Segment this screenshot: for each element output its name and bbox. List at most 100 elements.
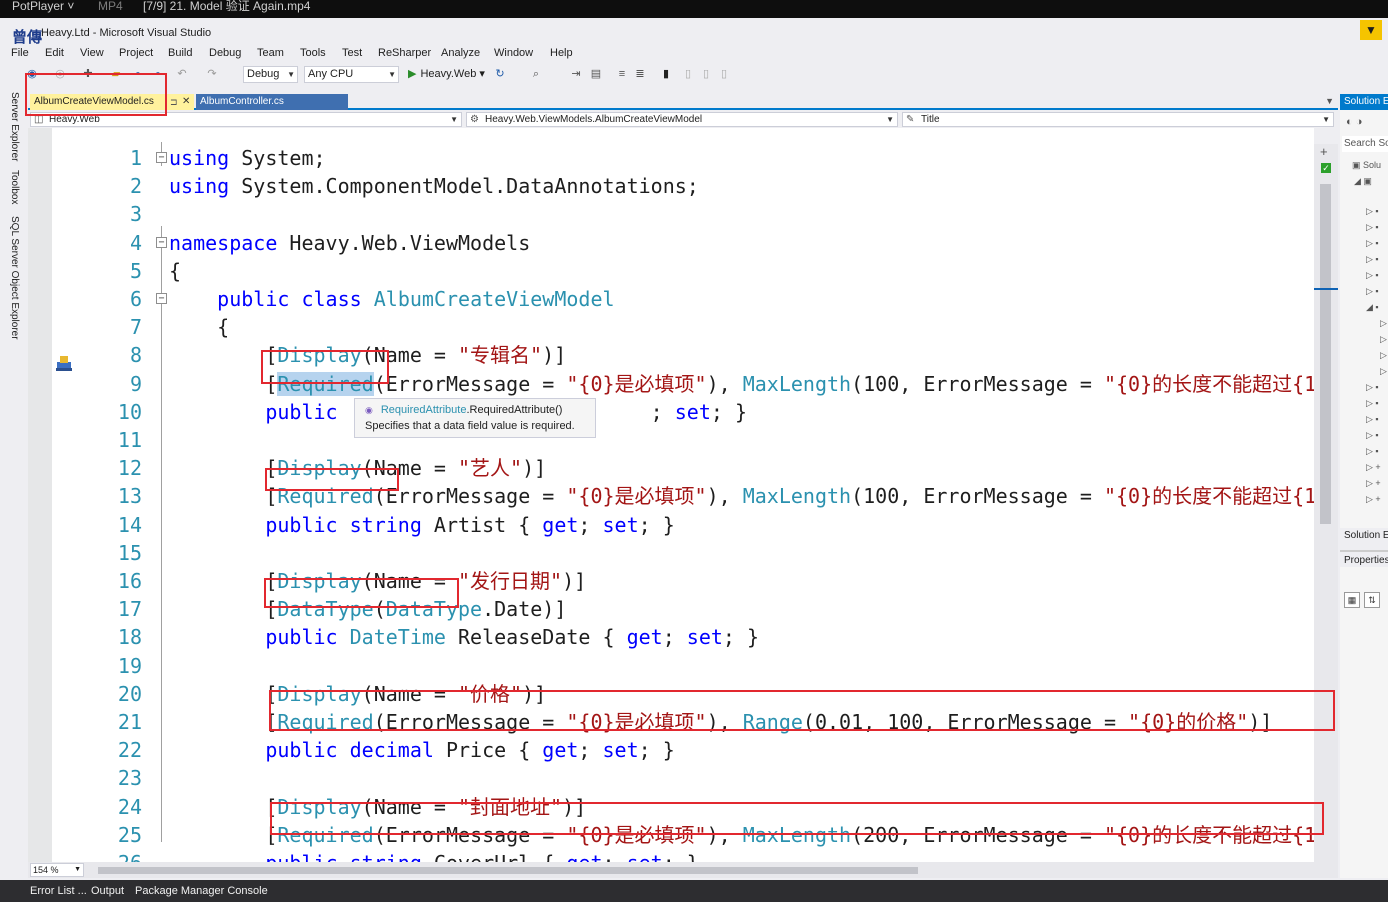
code-editor[interactable]: 1− using System; 2 using System.ComponentMo…: [28, 128, 1314, 862]
solution-explorer-tab[interactable]: Solution Explorer: [1340, 528, 1388, 544]
menu-tools[interactable]: Tools: [300, 46, 326, 60]
next-bookmark-icon[interactable]: ▯: [700, 68, 712, 80]
new-project-icon[interactable]: ✚: [82, 68, 94, 80]
code-line[interactable]: 21 [Required(ErrorMessage = "{0}是必填项"), …: [28, 708, 1314, 736]
start-debugging-button[interactable]: ▶ Heavy.Web ▾: [408, 67, 485, 82]
tab-album-controller[interactable]: AlbumController.cs: [196, 94, 348, 110]
zoom-select[interactable]: 154 % ▼: [30, 863, 84, 877]
open-file-icon[interactable]: ▰: [110, 68, 122, 80]
menu-view[interactable]: View: [80, 46, 104, 60]
bookmark-icon[interactable]: ▮: [660, 68, 672, 80]
layout-icon[interactable]: ▤: [590, 68, 602, 80]
tree-node[interactable]: ▷ ▪: [1366, 414, 1379, 425]
step-icon[interactable]: ⇥: [570, 68, 582, 80]
code-line[interactable]: 6 − public class AlbumCreateViewModel: [28, 285, 1314, 313]
code-line[interactable]: 16 [Display(Name = "发行日期")]: [28, 567, 1314, 595]
sync-icon[interactable]: ◐ ◑: [1346, 116, 1362, 128]
code-line[interactable]: 3: [28, 200, 1314, 228]
solution-search-input[interactable]: Search Solution Explorer: [1342, 136, 1388, 152]
tree-node[interactable]: ▷ ▪: [1366, 222, 1379, 233]
code-line[interactable]: 13 [Required(ErrorMessage = "{0}是必填项"), …: [28, 482, 1314, 510]
comment-icon[interactable]: ≡: [616, 68, 628, 80]
tab-album-create-view-model[interactable]: AlbumCreateViewModel.cs ⊐ ✕: [30, 94, 194, 110]
member-dropdown[interactable]: ✎ Title ▼: [902, 112, 1334, 127]
alphabetical-icon[interactable]: ⇅: [1364, 592, 1380, 608]
uncomment-icon[interactable]: ≣: [634, 68, 646, 80]
pin-icon[interactable]: ⊐: [170, 94, 178, 110]
project-node[interactable]: ◢ ▣: [1354, 176, 1372, 187]
vertical-scrollbar[interactable]: + ✓ ▼: [1314, 144, 1338, 878]
clear-bookmarks-icon[interactable]: ▯: [718, 68, 730, 80]
collapse-icon[interactable]: −: [156, 293, 167, 304]
code-line[interactable]: 7 {: [28, 313, 1314, 341]
code-line[interactable]: 1 − using System;: [28, 144, 1314, 172]
code-line[interactable]: 24 [Display(Name = "封面地址")]: [28, 793, 1314, 821]
tree-node[interactable]: ▷ ▪: [1366, 446, 1379, 457]
code-line[interactable]: 20 [Display(Name = "价格")]: [28, 680, 1314, 708]
menu-help[interactable]: Help: [550, 46, 573, 60]
code-line[interactable]: 17 [DataType(DataType.Date)]: [28, 595, 1314, 623]
close-icon[interactable]: ✕: [182, 94, 190, 110]
forward-icon[interactable]: ◎: [54, 68, 66, 80]
tree-node[interactable]: ▷ ▪: [1366, 270, 1379, 281]
menu-file[interactable]: File: [11, 46, 29, 60]
tree-node[interactable]: ▷ ▪: [1366, 238, 1379, 249]
menu-window[interactable]: Window: [494, 46, 533, 60]
split-icon[interactable]: +: [1320, 145, 1332, 158]
tree-node[interactable]: ▷ ▪: [1366, 382, 1379, 393]
tree-node[interactable]: ▷: [1380, 334, 1387, 345]
find-icon[interactable]: ⌕: [530, 68, 542, 80]
funnel-icon[interactable]: ▼: [1360, 20, 1382, 40]
menu-debug[interactable]: Debug: [209, 46, 241, 60]
type-dropdown[interactable]: ⚙ Heavy.Web.ViewModels.AlbumCreateViewMo…: [466, 112, 898, 127]
tree-node[interactable]: ▷ +: [1366, 494, 1381, 505]
undo-icon[interactable]: ↶: [176, 68, 188, 80]
collapse-icon[interactable]: −: [156, 152, 167, 163]
solution-node[interactable]: ▣ Solu: [1352, 160, 1381, 171]
sql-server-object-explorer-tab[interactable]: SQL Server Object Explorer: [9, 216, 20, 340]
tree-node[interactable]: ◢ ▪: [1366, 302, 1379, 313]
tree-node[interactable]: ▷: [1380, 350, 1387, 361]
code-line[interactable]: 4 − namespace Heavy.Web.ViewModels: [28, 229, 1314, 257]
code-line[interactable]: 14 public string Artist { get; set; }: [28, 511, 1314, 539]
menu-project[interactable]: Project: [119, 46, 153, 60]
tree-node[interactable]: ▷ ▪: [1366, 206, 1379, 217]
menu-team[interactable]: Team: [257, 46, 284, 60]
code-line[interactable]: 8 [Display(Name = "专辑名")]: [28, 341, 1314, 369]
platform-select[interactable]: Any CPU ▼: [304, 66, 399, 83]
tree-node[interactable]: ▷ ▪: [1366, 254, 1379, 265]
categorized-icon[interactable]: ▦: [1344, 592, 1360, 608]
player-menu[interactable]: PotPlayer ˅: [12, 0, 74, 12]
code-line[interactable]: 10 public ; set; }: [28, 398, 1314, 426]
tree-node[interactable]: ▷ ▪: [1366, 286, 1379, 297]
tree-node[interactable]: ▷: [1380, 366, 1387, 377]
code-line[interactable]: 23: [28, 764, 1314, 792]
menu-build[interactable]: Build: [168, 46, 192, 60]
tree-node[interactable]: ▷: [1380, 318, 1387, 329]
code-line[interactable]: 12 [Display(Name = "艺人")]: [28, 454, 1314, 482]
code-line[interactable]: 2 using System.ComponentModel.DataAnnotat…: [28, 172, 1314, 200]
tab-overflow-icon[interactable]: ▼: [1325, 96, 1334, 106]
menu-test[interactable]: Test: [342, 46, 362, 60]
menu-resharper[interactable]: ReSharper: [378, 46, 431, 60]
tab-error-list[interactable]: Error List ...: [30, 885, 87, 897]
redo-icon[interactable]: ↷: [206, 68, 218, 80]
tab-package-manager-console[interactable]: Package Manager Console: [135, 885, 268, 897]
code-line[interactable]: 15: [28, 539, 1314, 567]
prev-bookmark-icon[interactable]: ▯: [682, 68, 694, 80]
code-line[interactable]: 11: [28, 426, 1314, 454]
back-icon[interactable]: ◉: [26, 68, 38, 80]
server-explorer-tab[interactable]: Server Explorer: [9, 92, 20, 161]
code-line[interactable]: 9 [Required(ErrorMessage = "{0}是必填项"), M…: [28, 370, 1314, 398]
toolbox-tab[interactable]: Toolbox: [9, 170, 20, 204]
collapse-icon[interactable]: −: [156, 236, 167, 248]
save-all-icon[interactable]: ▪: [152, 68, 164, 80]
tree-node[interactable]: ▷ +: [1366, 462, 1381, 473]
menu-analyze[interactable]: Analyze: [441, 46, 480, 60]
tree-node[interactable]: ▷ ▪: [1366, 398, 1379, 409]
code-line[interactable]: 5{: [28, 257, 1314, 285]
tree-node[interactable]: ▷ ▪: [1366, 430, 1379, 441]
refresh-icon[interactable]: ↻: [494, 68, 506, 80]
save-icon[interactable]: ▪: [132, 68, 144, 80]
code-line[interactable]: 18 public DateTime ReleaseDate { get; se…: [28, 623, 1314, 651]
